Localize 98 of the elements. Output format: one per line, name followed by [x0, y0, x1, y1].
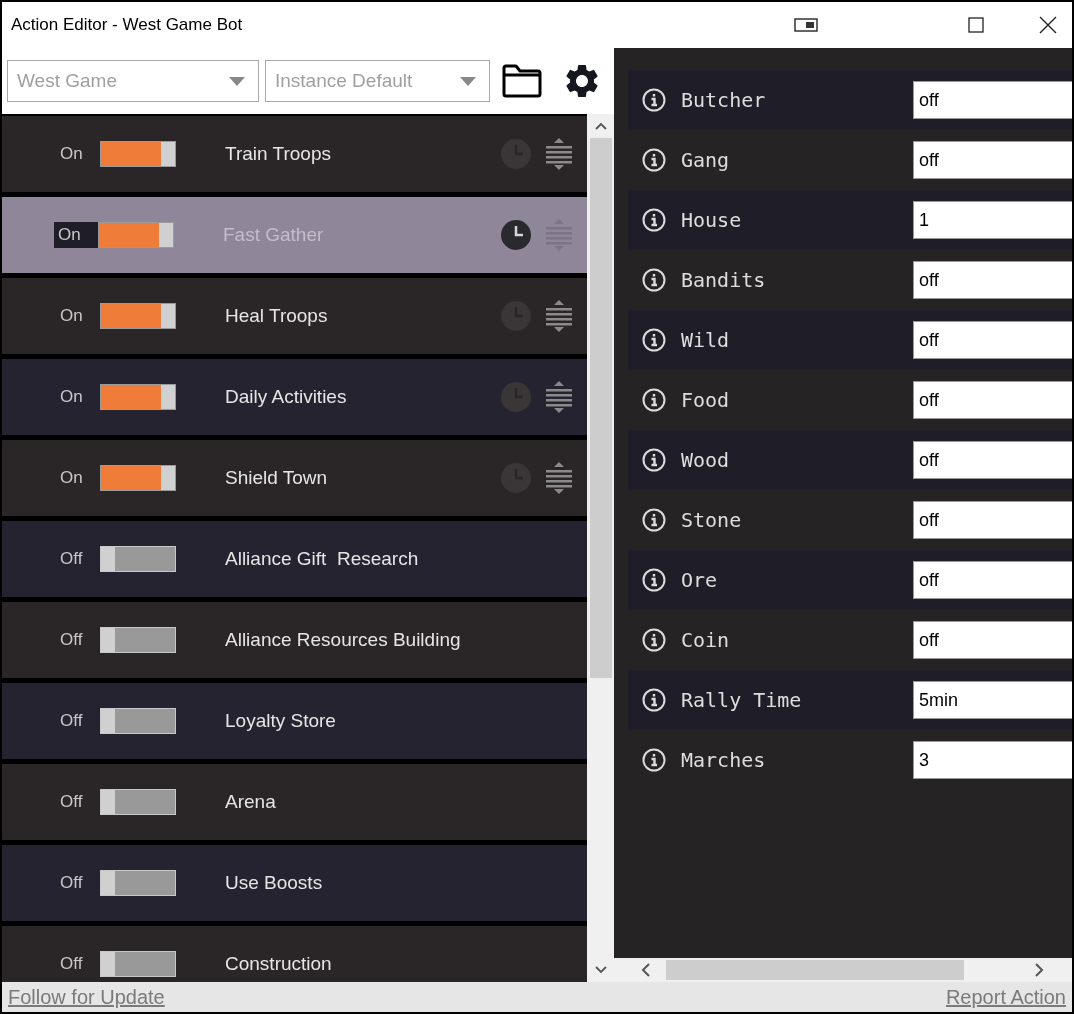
action-name: Arena	[225, 789, 276, 814]
state-label: On	[60, 467, 84, 490]
toggle-switch[interactable]	[100, 951, 176, 977]
setting-label: Rally Time	[681, 687, 803, 714]
folder-icon[interactable]	[502, 64, 542, 98]
setting-input[interactable]: off	[913, 141, 1072, 179]
setting-input[interactable]: off	[913, 441, 1072, 479]
scrollbar-thumb[interactable]	[666, 960, 964, 980]
toggle-switch[interactable]	[100, 141, 176, 167]
toggle-switch[interactable]	[98, 222, 174, 248]
setting-label: Marches	[681, 747, 767, 774]
toggle-switch[interactable]	[100, 708, 176, 734]
state-label: Off	[60, 629, 84, 652]
snap-layout-icon[interactable]	[794, 18, 818, 32]
setting-label: Wood	[681, 447, 731, 474]
setting-input[interactable]: 5min	[913, 681, 1072, 719]
state-label: Off	[60, 548, 84, 571]
state-label: Off	[60, 953, 84, 976]
setting-label: Stone	[681, 507, 743, 534]
action-row[interactable]: Off Loyalty Store	[2, 683, 587, 759]
setting-label: Gang	[681, 147, 731, 174]
setting-label: Bandits	[681, 267, 767, 294]
drag-handle-icon[interactable]	[545, 461, 573, 495]
setting-input[interactable]: 3	[913, 741, 1072, 779]
setting-input[interactable]: off	[913, 501, 1072, 539]
setting-label: Wild	[681, 327, 731, 354]
action-row[interactable]: On Daily Activities	[2, 359, 587, 435]
vertical-scrollbar[interactable]	[587, 114, 614, 982]
setting-label: Coin	[681, 627, 731, 654]
action-name: Alliance Gift Research	[225, 546, 419, 571]
info-icon[interactable]	[642, 568, 666, 592]
setting-label: Food	[681, 387, 731, 414]
action-name: Construction	[225, 951, 332, 976]
toggle-switch[interactable]	[100, 303, 176, 329]
info-icon[interactable]	[642, 148, 666, 172]
state-label: Off	[60, 872, 84, 895]
setting-input[interactable]: off	[913, 621, 1072, 659]
clock-icon[interactable]	[501, 220, 531, 250]
drag-handle-icon[interactable]	[545, 137, 573, 171]
state-label: On	[60, 143, 84, 166]
setting-label: House	[681, 207, 743, 234]
info-icon[interactable]	[642, 208, 666, 232]
action-row[interactable]: Off Construction	[2, 926, 587, 982]
toggle-switch[interactable]	[100, 789, 176, 815]
toggle-switch[interactable]	[100, 627, 176, 653]
toggle-switch[interactable]	[100, 384, 176, 410]
dropdown-caret-icon	[229, 76, 245, 86]
setting-label: Ore	[681, 567, 719, 594]
action-row[interactable]: Off Use Boosts	[2, 845, 587, 921]
horizontal-scrollbar[interactable]	[614, 958, 1072, 982]
drag-handle-icon[interactable]	[545, 380, 573, 414]
info-icon[interactable]	[642, 628, 666, 652]
action-name: Loyalty Store	[225, 708, 336, 733]
action-name: Alliance Resources Building	[225, 627, 461, 652]
scroll-left-icon[interactable]	[641, 963, 651, 977]
info-icon[interactable]	[642, 508, 666, 532]
drag-handle-icon[interactable]	[545, 299, 573, 333]
scroll-down-icon[interactable]	[594, 966, 607, 974]
info-icon[interactable]	[642, 268, 666, 292]
maximize-icon[interactable]	[968, 17, 984, 33]
scroll-up-icon[interactable]	[594, 122, 607, 130]
setting-input[interactable]: off	[913, 381, 1072, 419]
toggle-switch[interactable]	[100, 546, 176, 572]
info-icon[interactable]	[642, 448, 666, 472]
action-row[interactable]: Off Alliance Resources Building	[2, 602, 587, 678]
toggle-switch[interactable]	[100, 465, 176, 491]
info-icon[interactable]	[642, 388, 666, 412]
state-label: Off	[60, 710, 84, 733]
action-row[interactable]: On Shield Town	[2, 440, 587, 516]
info-icon[interactable]	[642, 88, 666, 112]
info-icon[interactable]	[642, 748, 666, 772]
close-icon[interactable]	[1039, 16, 1057, 34]
action-name: Train Troops	[225, 141, 331, 166]
setting-input[interactable]: off	[913, 561, 1072, 599]
action-row[interactable]: Off Arena	[2, 764, 587, 840]
action-row[interactable]: On Heal Troops	[2, 278, 587, 354]
action-name: Daily Activities	[225, 384, 347, 409]
state-label: Off	[60, 791, 84, 814]
action-name: Shield Town	[225, 465, 328, 490]
setting-input[interactable]: off	[913, 81, 1072, 119]
scroll-right-icon[interactable]	[1034, 963, 1044, 977]
action-row[interactable]: Off Alliance Gift Research	[2, 521, 587, 597]
toggle-switch[interactable]	[100, 870, 176, 896]
action-row[interactable]: On Train Troops	[2, 116, 587, 192]
action-name: Heal Troops	[225, 303, 328, 328]
setting-input[interactable]: off	[913, 321, 1072, 359]
action-name: Use Boosts	[225, 870, 323, 895]
setting-label: Butcher	[681, 87, 767, 114]
scrollbar-thumb[interactable]	[589, 138, 612, 678]
state-label: On	[54, 222, 98, 248]
window-title: Action Editor - West Game Bot	[11, 14, 243, 37]
setting-input[interactable]: 1	[913, 201, 1072, 239]
dropdown-caret-icon	[460, 76, 476, 86]
info-icon[interactable]	[642, 688, 666, 712]
state-label: On	[60, 386, 84, 409]
info-icon[interactable]	[642, 328, 666, 352]
setting-input[interactable]: off	[913, 261, 1072, 299]
state-label: On	[60, 305, 84, 328]
